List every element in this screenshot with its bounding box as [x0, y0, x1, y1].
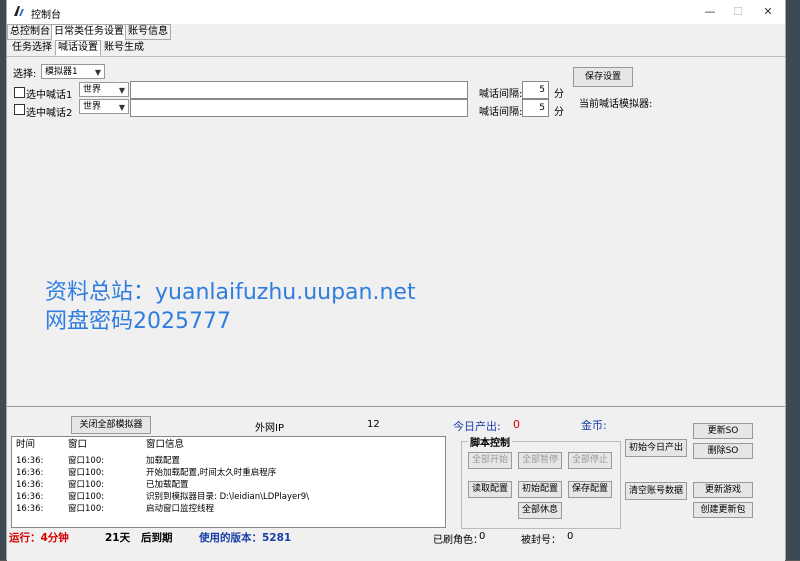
shout2-checkbox[interactable]: [14, 104, 25, 115]
shout2-text-input[interactable]: [130, 99, 468, 117]
shout2-interval-input[interactable]: 5: [522, 99, 549, 117]
log-window: 窗口100:: [68, 480, 105, 490]
external-ip-value: 12: [367, 419, 380, 430]
chevron-down-icon: ▼: [118, 103, 125, 112]
shout1-checkbox[interactable]: [14, 87, 25, 98]
pause-all-button[interactable]: 全部暂停: [518, 452, 562, 469]
save-config-button[interactable]: 保存配置: [568, 481, 612, 498]
title-bar[interactable]: 控制台 — ☐ ✕: [7, 0, 785, 24]
banned-value: 0: [567, 531, 574, 542]
chevron-down-icon: ▼: [118, 86, 125, 95]
shout2-channel-value: 世界: [83, 102, 102, 112]
log-list[interactable]: 时间 窗口 窗口信息 16:36: 窗口100: 加载配置 16:36: 窗口1…: [11, 436, 446, 528]
script-control-group: 脚本控制 全部开始 全部暂停 全部停止 读取配置 初始配置 保存配置 全部休息: [461, 434, 621, 529]
current-shout-emulator-label: 当前喊话模拟器:: [579, 99, 653, 110]
maximize-button[interactable]: ☐: [723, 2, 753, 22]
tab-account-gen[interactable]: 账号生成: [101, 40, 147, 56]
shout2-label: 选中喊话2: [26, 108, 73, 119]
shout2-channel-select[interactable]: 世界 ▼: [79, 99, 129, 114]
rest-all-button[interactable]: 全部休息: [518, 502, 562, 519]
script-control-title: 脚本控制: [468, 434, 512, 449]
stop-all-button[interactable]: 全部停止: [568, 452, 612, 469]
shout1-interval-input[interactable]: 5: [522, 81, 549, 99]
log-message: 启动窗口监控线程: [146, 504, 215, 514]
days-remaining: 21天: [105, 532, 131, 544]
tab-shout-settings[interactable]: 喊话设置: [55, 40, 101, 56]
clear-account-data-button[interactable]: 清空账号数据: [625, 482, 687, 500]
log-time: 16:36:: [16, 468, 44, 478]
close-button[interactable]: ✕: [753, 2, 783, 22]
chevron-down-icon: ▼: [94, 68, 101, 77]
update-so-button[interactable]: 更新SO: [693, 423, 753, 439]
refreshed-roles-value: 0: [479, 531, 486, 542]
gold-label: 金币:: [581, 419, 607, 432]
read-config-button[interactable]: 读取配置: [468, 481, 512, 498]
shout2-unit-label: 分: [554, 107, 564, 118]
shout1-interval-label: 喊话间隔:: [479, 89, 523, 100]
log-time: 16:36:: [16, 480, 44, 490]
log-message: 识别到模拟器目录: D:\leidian\LDPlayer9\: [146, 492, 310, 502]
tab-account-info[interactable]: 账号信息: [125, 24, 171, 40]
log-time: 16:36:: [16, 492, 44, 502]
log-header-window: 窗口: [68, 439, 88, 450]
shout2-interval-label: 喊话间隔:: [479, 107, 523, 118]
log-time: 16:36:: [16, 456, 44, 466]
start-all-button[interactable]: 全部开始: [468, 452, 512, 469]
log-window: 窗口100:: [68, 468, 105, 478]
log-window: 窗口100:: [68, 492, 105, 502]
log-time: 16:36:: [16, 504, 44, 514]
log-header: 时间 窗口 窗口信息: [12, 439, 442, 451]
save-settings-button[interactable]: 保存设置: [573, 67, 633, 87]
expiry-label: 后到期: [141, 532, 173, 544]
delete-so-button[interactable]: 删除SO: [693, 443, 753, 459]
shout-settings-panel: 选择: 模拟器1 ▼ 选中喊话1 世界 ▼ 喊话间隔: 5 分 选中喊话2 世界…: [7, 56, 785, 407]
watermark-line2: 网盘密码2025777: [45, 309, 231, 334]
running-time: 运行：4分钟: [9, 532, 69, 544]
window-title: 控制台: [31, 10, 61, 21]
tab-daily-tasks[interactable]: 日常类任务设置: [51, 24, 127, 40]
emulator-select-value: 模拟器1: [45, 67, 78, 77]
log-message: 加载配置: [146, 456, 181, 466]
minimize-button[interactable]: —: [695, 2, 725, 22]
today-output-label: 今日产出:: [453, 420, 501, 433]
tab-task-select[interactable]: 任务选择: [9, 40, 55, 56]
log-message: 已加载配置: [146, 480, 189, 490]
shout1-unit-label: 分: [554, 89, 564, 100]
status-bar: 运行：4分钟 21天 后到期 使用的版本：5281 已刷角色： 0 被封号： 0: [7, 527, 785, 547]
close-all-emulators-button[interactable]: 关闭全部模拟器: [71, 416, 151, 434]
log-message: 开始加载配置,时间太久时重启程序: [146, 468, 277, 478]
log-window: 窗口100:: [68, 456, 105, 466]
today-output-value: 0: [513, 418, 520, 431]
update-game-button[interactable]: 更新游戏: [693, 482, 753, 498]
tab-main-console[interactable]: 总控制台: [7, 24, 53, 40]
log-header-time: 时间: [16, 439, 36, 450]
version-label: 使用的版本：5281: [199, 532, 292, 544]
refreshed-roles-label: 已刷角色：: [433, 535, 483, 546]
bottom-control-area: 关闭全部模拟器 外网IP 12 今日产出: 0 金币: 时间 窗口 窗口信息 1…: [7, 406, 785, 561]
app-window: 控制台 — ☐ ✕ 总控制台 日常类任务设置 账号信息 任务选择 喊话设置 账号…: [6, 0, 786, 561]
log-window: 窗口100:: [68, 504, 105, 514]
banned-label: 被封号：: [521, 535, 561, 546]
shout1-channel-value: 世界: [83, 85, 102, 95]
watermark-line1: 资料总站：yuanlaifuzhu.uupan.net: [45, 280, 416, 305]
create-update-pack-button[interactable]: 创建更新包: [693, 502, 753, 518]
emulator-select[interactable]: 模拟器1 ▼: [41, 64, 105, 79]
app-logo-icon: [14, 6, 24, 16]
shout1-text-input[interactable]: [130, 81, 468, 99]
shout1-channel-select[interactable]: 世界 ▼: [79, 82, 129, 97]
init-today-output-button[interactable]: 初始今日产出: [625, 439, 687, 457]
log-header-info: 窗口信息: [146, 439, 185, 450]
select-label: 选择:: [13, 69, 37, 80]
init-config-button[interactable]: 初始配置: [518, 481, 562, 498]
desktop-background-right: [786, 0, 800, 560]
external-ip-label: 外网IP: [255, 423, 284, 434]
shout1-label: 选中喊话1: [26, 90, 73, 101]
